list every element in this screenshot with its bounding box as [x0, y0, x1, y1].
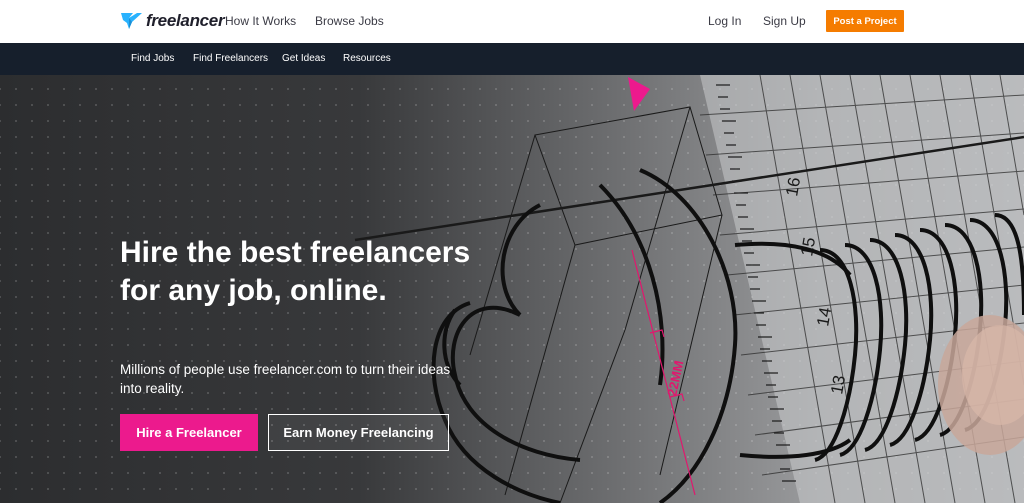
ruler-number-16: 16 [782, 176, 804, 198]
login-link[interactable]: Log In [708, 14, 741, 28]
bolt-wireframe [469, 106, 723, 503]
hero-subtext: Millions of people use freelancer.com to… [120, 362, 451, 396]
bird-logo-icon [121, 13, 142, 29]
hero-section: 16 15 14 13 22MM Hire the best freelance… [0, 75, 1024, 503]
find-freelancers-link[interactable]: Find Freelancers [193, 53, 268, 65]
pink-marker-icon [628, 77, 650, 111]
find-jobs-link[interactable]: Find Jobs [131, 53, 174, 65]
top-navbar: freelancer How It Works Browse Jobs Log … [0, 0, 1024, 43]
browse-jobs-link[interactable]: Browse Jobs [315, 14, 384, 28]
logo-text: freelancer [146, 11, 225, 30]
ruler-number-13: 13 [827, 374, 849, 396]
how-it-works-link[interactable]: How It Works [225, 14, 296, 28]
secondary-navbar: Find Jobs Find Freelancers Get Ideas Res… [0, 43, 1024, 75]
post-project-button[interactable]: Post a Project [826, 10, 904, 32]
resources-link[interactable]: Resources [343, 53, 391, 65]
hero-headline: Hire the best freelancers for any job, o… [120, 236, 471, 307]
earn-money-button[interactable]: Earn Money Freelancing [268, 414, 449, 451]
ruler-number-14: 14 [813, 306, 835, 328]
hire-freelancer-button[interactable]: Hire a Freelancer [120, 414, 258, 451]
freelancer-logo[interactable]: freelancer [120, 10, 225, 32]
signup-link[interactable]: Sign Up [763, 14, 806, 28]
get-ideas-link[interactable]: Get Ideas [282, 53, 325, 65]
